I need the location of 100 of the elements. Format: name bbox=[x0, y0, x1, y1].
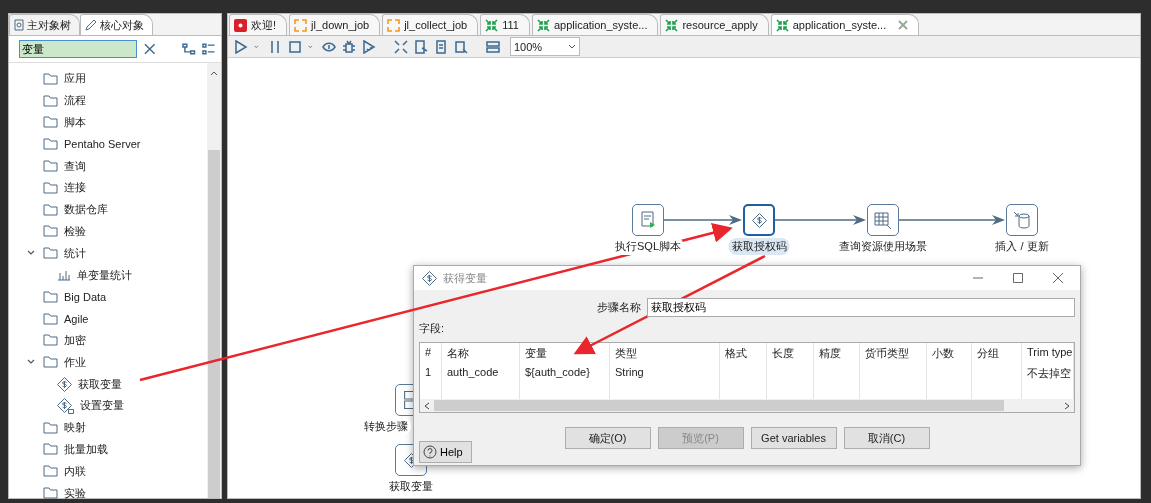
tree-item[interactable]: 应用 bbox=[9, 68, 207, 90]
verify-icon[interactable] bbox=[394, 39, 408, 54]
tree-item[interactable]: 实验 bbox=[9, 482, 207, 503]
step-label: 转换步骤 bbox=[361, 418, 411, 435]
dialog-button[interactable]: 取消(C) bbox=[843, 427, 930, 449]
get-variable-icon bbox=[57, 376, 72, 392]
tree-item[interactable]: 内联 bbox=[9, 460, 207, 483]
step-label: 插入 / 更新 bbox=[992, 238, 1052, 255]
tree-item[interactable]: 获取变量 bbox=[9, 373, 207, 395]
zoom-dropdown[interactable]: 100% bbox=[510, 37, 580, 56]
set-variable-icon bbox=[57, 397, 74, 414]
list-view-icon[interactable] bbox=[201, 42, 215, 56]
folder-icon bbox=[43, 421, 58, 434]
scrollbar-thumb[interactable] bbox=[434, 400, 1004, 411]
scrollbar-thumb[interactable] bbox=[208, 150, 220, 498]
editor-tab[interactable]: 欢迎! bbox=[229, 14, 288, 35]
folder-icon bbox=[43, 225, 58, 238]
bar-chart-icon bbox=[57, 269, 71, 282]
run-icon[interactable] bbox=[234, 39, 248, 54]
replay-icon[interactable] bbox=[362, 39, 376, 54]
hop-arrow[interactable] bbox=[899, 214, 1006, 226]
document-icon bbox=[14, 19, 24, 31]
editor-tab[interactable]: application_syste... bbox=[770, 14, 920, 35]
clear-icon[interactable] bbox=[143, 42, 157, 56]
hop-arrow[interactable] bbox=[664, 214, 743, 226]
column-header[interactable]: 类型 bbox=[610, 343, 720, 363]
tree-item[interactable]: 加密 bbox=[9, 329, 207, 352]
collapse-chevron-icon[interactable] bbox=[27, 359, 35, 366]
column-header[interactable]: 名称 bbox=[442, 343, 520, 363]
tree-item[interactable]: 流程 bbox=[9, 89, 207, 112]
dialog-button[interactable]: Get variables bbox=[750, 427, 837, 449]
sql-icon[interactable] bbox=[434, 39, 448, 54]
column-header[interactable]: Trim type bbox=[1022, 343, 1074, 363]
folder-icon bbox=[43, 72, 58, 85]
tree-item[interactable]: 作业 bbox=[9, 351, 207, 374]
table-cell: 1 bbox=[420, 363, 442, 382]
search-field[interactable]: 变量 bbox=[19, 40, 137, 58]
scroll-left-icon[interactable] bbox=[423, 401, 431, 410]
transformation-icon bbox=[665, 18, 679, 32]
column-header[interactable]: # bbox=[420, 343, 442, 363]
impact-icon[interactable] bbox=[414, 39, 428, 54]
folder-icon bbox=[43, 203, 58, 216]
maximize-icon[interactable] bbox=[1012, 272, 1024, 284]
tree-item[interactable]: 单变量统计 bbox=[9, 264, 207, 286]
tree-item[interactable]: 连接 bbox=[9, 177, 207, 199]
step-node[interactable] bbox=[632, 204, 664, 236]
step-node[interactable] bbox=[743, 204, 775, 236]
close-icon[interactable] bbox=[1052, 272, 1064, 284]
collapse-chevron-icon[interactable] bbox=[27, 250, 35, 257]
vertical-scrollbar[interactable] bbox=[207, 63, 221, 498]
step-label: 获取变量 bbox=[386, 478, 436, 495]
editor-tab[interactable]: resource_apply bbox=[660, 14, 769, 35]
explore-database-icon[interactable] bbox=[454, 39, 468, 54]
tree-view-icon[interactable] bbox=[182, 42, 196, 56]
step-label: 查询资源使用场景 bbox=[836, 238, 930, 255]
transformation-icon bbox=[775, 18, 789, 32]
column-header[interactable]: 长度 bbox=[767, 343, 814, 363]
stop-icon[interactable] bbox=[288, 39, 302, 54]
column-header[interactable]: 变量 bbox=[520, 343, 610, 363]
column-header[interactable]: 货币类型 bbox=[860, 343, 927, 363]
editor-tab[interactable]: 111 bbox=[480, 14, 530, 35]
database-update-icon bbox=[1012, 210, 1032, 230]
job-icon bbox=[294, 18, 308, 32]
hop-arrow[interactable] bbox=[775, 214, 867, 226]
folder-icon bbox=[43, 290, 58, 303]
help-button[interactable]: Help bbox=[419, 441, 472, 463]
tree-item[interactable]: Big Data bbox=[9, 285, 207, 308]
panel-tab[interactable]: 主对象树 bbox=[9, 14, 80, 35]
folder-icon bbox=[43, 247, 58, 260]
editor-tab[interactable]: jl_collect_job bbox=[382, 14, 479, 35]
tree-item[interactable]: 批量加载 bbox=[9, 438, 207, 461]
column-header[interactable]: 格式 bbox=[720, 343, 767, 363]
tree-item[interactable]: 脚本 bbox=[9, 111, 207, 134]
tree-item[interactable]: 数据仓库 bbox=[9, 198, 207, 221]
tree-item[interactable]: 映射 bbox=[9, 416, 207, 439]
tree-item[interactable]: Pentaho Server bbox=[9, 133, 207, 156]
layout-icon[interactable] bbox=[486, 39, 500, 54]
column-header[interactable]: 小数 bbox=[927, 343, 972, 363]
tree-item[interactable]: 统计 bbox=[9, 242, 207, 265]
dialog-button[interactable]: 确定(O) bbox=[564, 427, 651, 449]
editor-tab[interactable]: application_syste... bbox=[531, 14, 659, 35]
column-header[interactable]: 精度 bbox=[814, 343, 860, 363]
panel-tab[interactable]: 核心对象 bbox=[80, 14, 153, 35]
tree-item[interactable]: 设置变量 bbox=[9, 394, 207, 417]
step-name-field[interactable]: 获取授权码 bbox=[647, 298, 1075, 317]
tree-item[interactable]: 检验 bbox=[9, 220, 207, 243]
pause-icon[interactable] bbox=[268, 39, 282, 54]
column-header[interactable]: 分组 bbox=[972, 343, 1022, 363]
table-cell: ${auth_code} bbox=[520, 363, 610, 382]
horizontal-scrollbar[interactable] bbox=[420, 399, 1074, 412]
editor-tab[interactable]: jl_down_job bbox=[289, 14, 381, 35]
help-icon bbox=[423, 445, 437, 459]
step-node[interactable] bbox=[1006, 204, 1038, 236]
caret-icon bbox=[568, 43, 576, 50]
table-lookup-icon bbox=[873, 210, 893, 230]
debug-bug-icon[interactable] bbox=[342, 39, 356, 54]
scroll-right-icon[interactable] bbox=[1063, 401, 1071, 410]
step-node[interactable] bbox=[867, 204, 899, 236]
tree-item[interactable]: Agile bbox=[9, 307, 207, 330]
tree-item[interactable]: 查询 bbox=[9, 155, 207, 177]
